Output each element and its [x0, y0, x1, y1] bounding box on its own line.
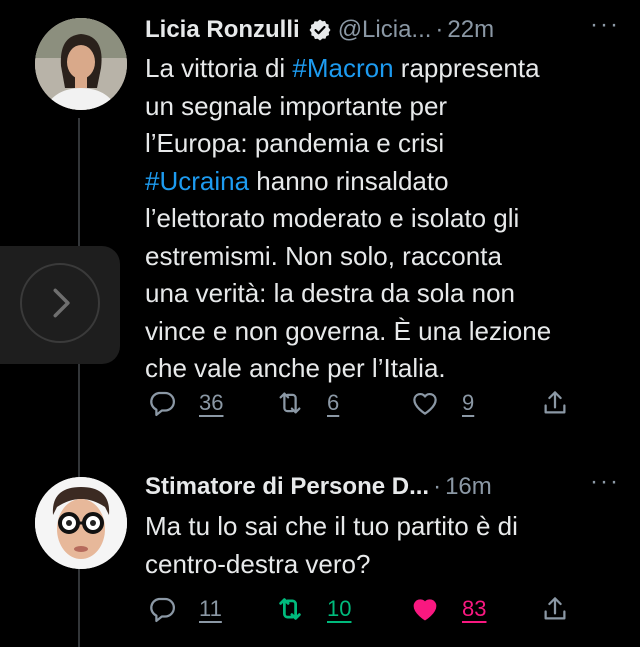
author-name[interactable]: Licia Ronzulli — [145, 16, 300, 44]
like-count: 83 — [462, 596, 487, 621]
avatar[interactable] — [35, 18, 127, 110]
heart-icon — [413, 599, 437, 621]
next-arrow-button[interactable] — [0, 246, 120, 364]
share-icon — [544, 391, 566, 414]
reply-icon — [150, 597, 175, 622]
retweet-button[interactable]: 10 — [275, 589, 351, 629]
tweet-actions: 36 6 9 — [145, 383, 620, 423]
more-options-icon[interactable]: ··· — [590, 11, 620, 39]
like-count: 9 — [462, 390, 475, 415]
author-name[interactable]: Stimatore di Persone D... — [145, 473, 429, 501]
hashtag-link[interactable]: #Ucraina — [145, 166, 249, 196]
separator: · — [433, 473, 442, 500]
author-handle[interactable]: @Licia... — [338, 16, 432, 44]
tweet-header: Stimatore di Persone D... · 16m ··· — [145, 468, 620, 504]
retweet-count: 6 — [327, 390, 340, 415]
like-button[interactable]: 83 — [410, 589, 486, 629]
chevron-right-icon — [20, 263, 100, 343]
share-button[interactable] — [540, 383, 570, 423]
heart-icon — [413, 392, 437, 415]
tweet-text-part: hanno rinsaldato l’elettorato moderato e… — [145, 165, 552, 384]
retweet-icon — [279, 392, 301, 414]
tweet-actions: 11 10 83 — [145, 589, 620, 629]
retweet-count: 10 — [327, 596, 352, 621]
avatar[interactable] — [35, 477, 127, 569]
reply-icon — [150, 391, 175, 416]
verified-badge-icon — [308, 18, 332, 42]
like-button[interactable]: 9 — [410, 383, 474, 423]
retweet-button[interactable]: 6 — [275, 383, 339, 423]
tweet-header: Licia Ronzulli @Licia... · 22m ··· — [145, 11, 620, 47]
reply-count: 11 — [199, 596, 222, 621]
more-options-icon[interactable]: ··· — [590, 468, 620, 496]
tweet-text: La vittoria di #Macron rappresenta un se… — [145, 50, 618, 388]
reply-button[interactable]: 36 — [147, 383, 223, 423]
retweet-icon — [279, 598, 301, 620]
timestamp[interactable]: 22m — [447, 16, 494, 44]
timestamp[interactable]: 16m — [445, 473, 492, 501]
hashtag-link[interactable]: #Macron — [292, 53, 393, 83]
separator: · — [435, 16, 444, 43]
share-button[interactable] — [540, 589, 570, 629]
reply-button[interactable]: 11 — [147, 589, 222, 629]
reply-count: 36 — [199, 390, 224, 415]
share-icon — [544, 597, 566, 620]
tweet-text-part: La vittoria di — [145, 53, 293, 83]
tweet-text: Ma tu lo sai che il tuo partito è di cen… — [145, 511, 518, 579]
